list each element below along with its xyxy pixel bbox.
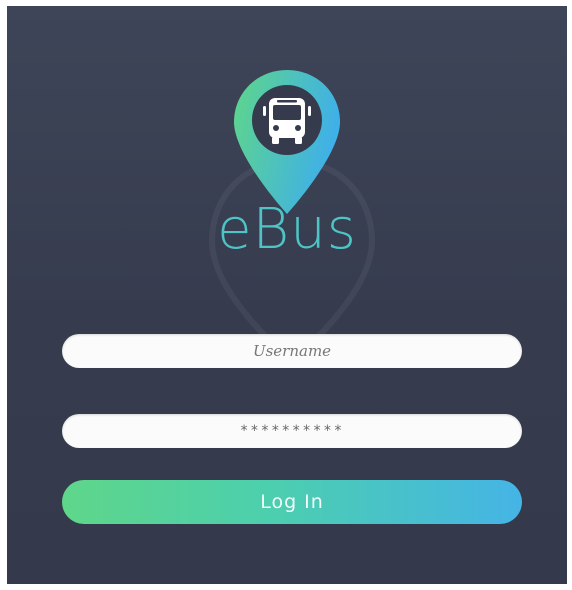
login-button[interactable]: Log In [62,480,522,524]
login-screen: eBus Log In [7,6,567,584]
password-input[interactable] [62,414,522,448]
bus-location-pin-icon [234,70,340,214]
app-brand-name: eBus [217,197,357,262]
username-input[interactable] [62,334,522,368]
